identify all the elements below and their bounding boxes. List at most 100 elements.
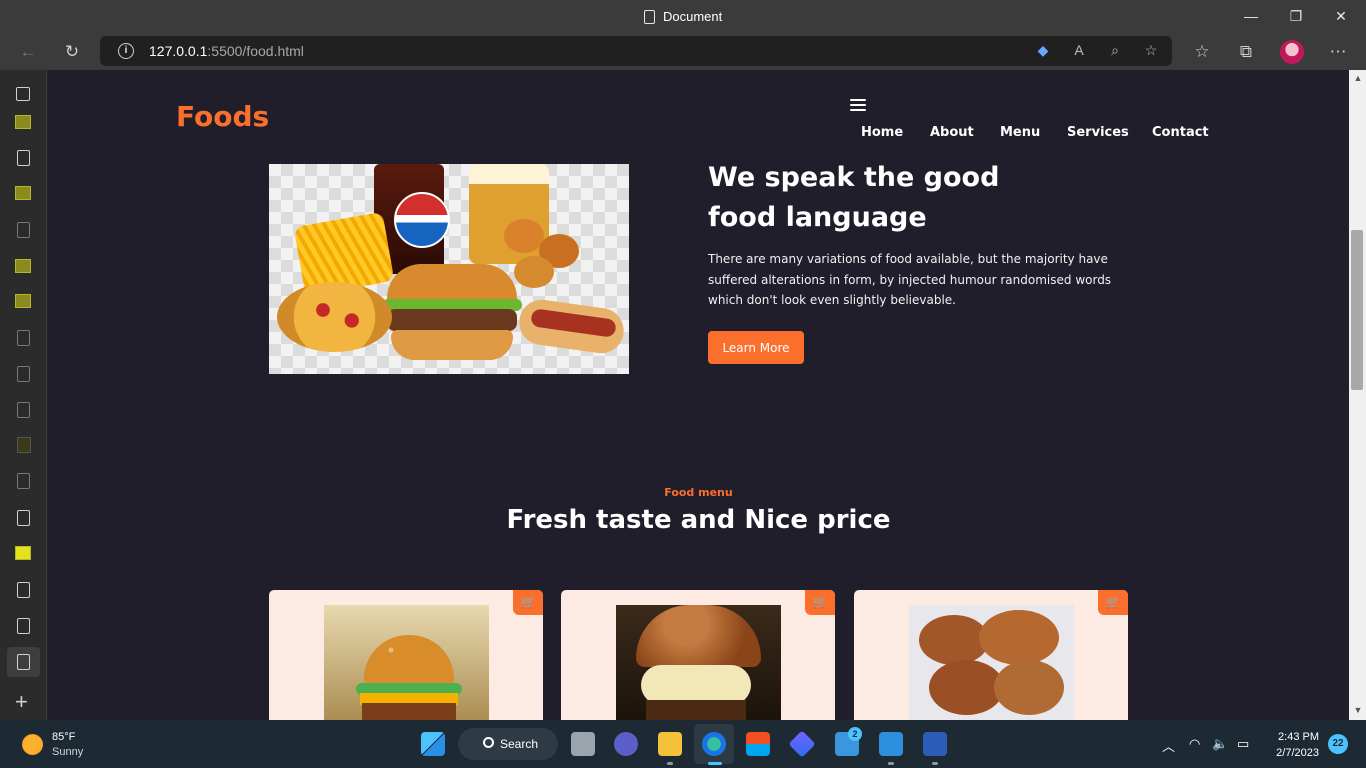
- chevron-up-icon[interactable]: ︿: [1162, 736, 1175, 755]
- learn-more-button[interactable]: Learn More: [708, 331, 804, 364]
- scrollbar-thumb[interactable]: [1351, 230, 1363, 390]
- search-icon: [483, 737, 494, 748]
- hamburger-menu-icon[interactable]: [850, 99, 866, 114]
- windows-taskbar: 85°F Sunny Search 2 ︿ ◠ 🔈 ▭ 2:43 PM 2/7/…: [0, 720, 1366, 768]
- web-page: Foods Home About Menu Services Contact W…: [48, 70, 1349, 720]
- tab-favicon[interactable]: [15, 115, 31, 129]
- minimize-icon[interactable]: —: [1241, 6, 1261, 26]
- window-titlebar: Document — ❐ ✕: [0, 0, 1366, 33]
- new-tab-icon[interactable]: +: [15, 691, 28, 713]
- clock-time: 2:43 PM: [1278, 731, 1319, 743]
- zoom-out-icon[interactable]: ⌕: [1105, 42, 1125, 60]
- restore-icon[interactable]: ❐: [1286, 6, 1306, 26]
- tab-page-icon[interactable]: [17, 510, 30, 526]
- app-running-indicator: [888, 762, 894, 765]
- clock[interactable]: 2:43 PM 2/7/2023: [1269, 729, 1319, 761]
- url-host: 127.0.0.1: [149, 43, 208, 59]
- browser-toolbar: ← ↻ i 127.0.0.1:5500/food.html ◆ A ⌕ ☆ ☆…: [0, 33, 1366, 70]
- read-aloud-icon[interactable]: A: [1069, 42, 1089, 60]
- favorites-icon[interactable]: ☆: [1191, 41, 1213, 63]
- site-logo[interactable]: Foods: [176, 100, 269, 133]
- task-view-icon[interactable]: [571, 732, 595, 756]
- window-title: Document: [644, 9, 722, 24]
- tag-icon[interactable]: ◆: [1033, 42, 1053, 60]
- tab-page-icon[interactable]: [17, 150, 30, 166]
- tab-page-icon[interactable]: [17, 402, 30, 418]
- teams-chat-icon[interactable]: [614, 732, 638, 756]
- volume-icon[interactable]: 🔈: [1212, 736, 1228, 752]
- cart-icon[interactable]: 🛒: [1098, 590, 1128, 615]
- cheeseburger-image: [616, 605, 781, 720]
- fried-chicken-image: [909, 605, 1074, 720]
- mail-badge: 2: [848, 727, 862, 741]
- active-tab-page-icon: [17, 654, 30, 670]
- tab-page-icon[interactable]: [17, 366, 30, 382]
- document-icon: [644, 9, 655, 24]
- app-running-indicator: [932, 762, 938, 765]
- weather-temperature: 85°F: [52, 731, 76, 743]
- nav-about[interactable]: About: [930, 125, 974, 140]
- microsoft-store-icon[interactable]: [746, 732, 770, 756]
- more-menu-icon[interactable]: ⋯: [1327, 41, 1349, 63]
- vertical-tabs-sidebar: +: [0, 70, 47, 720]
- copilot-icon[interactable]: [788, 730, 816, 758]
- hero-description: There are many variations of food availa…: [708, 252, 1112, 307]
- notification-badge[interactable]: 22: [1328, 734, 1348, 754]
- cart-icon[interactable]: 🛒: [805, 590, 835, 615]
- hero-heading: We speak the good food language: [708, 158, 999, 238]
- profile-avatar[interactable]: [1280, 40, 1304, 64]
- tab-page-icon[interactable]: [17, 473, 30, 489]
- nav-menu[interactable]: Menu: [1000, 125, 1040, 140]
- refresh-icon[interactable]: ↻: [61, 41, 83, 63]
- food-card[interactable]: 🛒: [854, 590, 1128, 720]
- collections-icon[interactable]: ⧉: [1235, 41, 1257, 63]
- app-active-indicator: [708, 762, 722, 765]
- food-card[interactable]: 🛒: [561, 590, 835, 720]
- file-explorer-icon[interactable]: [658, 732, 682, 756]
- hero-heading-line2: food language: [708, 202, 927, 233]
- menu-section-subtitle: Food menu: [664, 486, 733, 499]
- close-icon[interactable]: ✕: [1331, 6, 1351, 26]
- nav-services[interactable]: Services: [1067, 125, 1129, 140]
- scroll-down-icon[interactable]: ▼: [1352, 705, 1364, 717]
- battery-icon[interactable]: ▭: [1237, 736, 1249, 752]
- word-icon[interactable]: [923, 732, 947, 756]
- app-running-indicator: [667, 762, 673, 765]
- tab-actions-icon[interactable]: [16, 87, 30, 101]
- weather-sun-icon[interactable]: [22, 734, 43, 755]
- tab-page-icon[interactable]: [17, 330, 30, 346]
- tab-favicon[interactable]: [15, 259, 31, 273]
- window-title-text: Document: [663, 9, 723, 24]
- nav-contact[interactable]: Contact: [1152, 125, 1209, 140]
- address-bar[interactable]: i 127.0.0.1:5500/food.html ◆ A ⌕ ☆: [100, 36, 1172, 66]
- food-card[interactable]: 🛒: [269, 590, 543, 720]
- tab-page-icon[interactable]: [17, 582, 30, 598]
- scroll-up-icon[interactable]: ▲: [1352, 73, 1364, 85]
- cart-icon[interactable]: 🛒: [513, 590, 543, 615]
- weather-widget[interactable]: 85°F Sunny: [52, 730, 83, 760]
- url-text[interactable]: 127.0.0.1:5500/food.html: [149, 43, 304, 59]
- hero-heading-line1: We speak the good: [708, 162, 1000, 193]
- tab-favicon[interactable]: [17, 437, 31, 453]
- edge-browser-icon[interactable]: [702, 732, 726, 756]
- nav-home[interactable]: Home: [861, 125, 903, 140]
- clock-date: 2/7/2023: [1276, 747, 1319, 759]
- back-arrow-icon[interactable]: ←: [17, 41, 39, 63]
- weather-condition: Sunny: [52, 746, 84, 758]
- tab-page-icon[interactable]: [17, 222, 30, 238]
- tab-favicon[interactable]: [15, 294, 31, 308]
- tab-favicon[interactable]: [15, 186, 31, 200]
- info-icon[interactable]: i: [118, 43, 134, 59]
- tab-favicon[interactable]: [15, 546, 31, 560]
- taskbar-search[interactable]: Search: [458, 728, 558, 760]
- tab-page-icon[interactable]: [17, 618, 30, 634]
- add-favorite-icon[interactable]: ☆: [1141, 42, 1161, 60]
- burger-image: [324, 605, 489, 720]
- menu-section-title: Fresh taste and Nice price: [506, 505, 891, 535]
- wifi-icon[interactable]: ◠: [1189, 736, 1200, 752]
- start-icon[interactable]: [421, 732, 445, 756]
- url-path: :5500/food.html: [207, 43, 304, 59]
- page-scrollbar[interactable]: [1349, 70, 1366, 720]
- vscode-icon[interactable]: [879, 732, 903, 756]
- hero-food-image: [269, 164, 629, 374]
